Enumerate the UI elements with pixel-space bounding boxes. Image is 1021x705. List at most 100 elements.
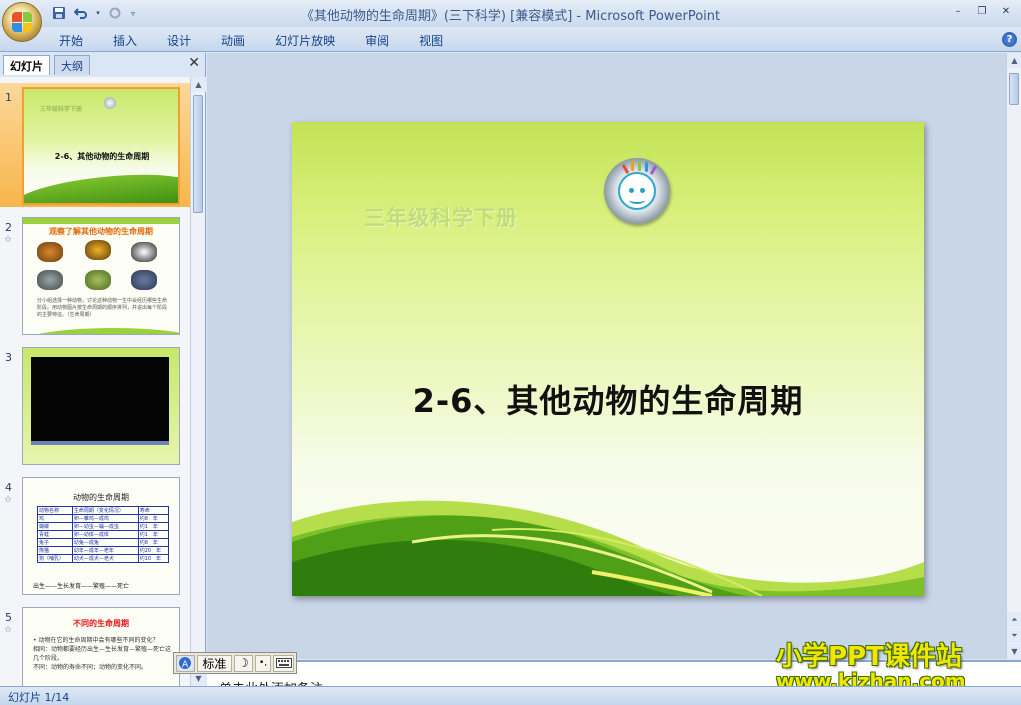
current-slide[interactable]: 三年级科学下册 2-6、其他动物的生命周期 <box>292 122 924 596</box>
video-placeholder <box>31 357 169 443</box>
slides-pane: 幻灯片 大纲 ✕ 1 三年级科学下册 2-6、其他动物的生命周期 2 ☆ 观察了… <box>0 53 206 686</box>
editor-scrollbar[interactable]: ▲ ⏶ ⏷ ▼ <box>1006 53 1021 659</box>
keyboard-icon[interactable] <box>273 654 294 672</box>
table-cell: 幼兔—成兔 <box>71 538 139 547</box>
animal-image <box>85 240 111 260</box>
office-button[interactable] <box>2 2 42 42</box>
animal-image <box>131 242 157 262</box>
status-bar: 幻灯片 1/14 <box>0 686 1021 705</box>
tab-design[interactable]: 设计 <box>152 30 206 51</box>
slide-thumbnail-2[interactable]: 2 ☆ 观察了解其他动物的生命周期 分小组选择一种动物，讨论这种动物一生中会经历… <box>0 213 190 337</box>
thumb-text: • 动物在它的生命周期中会有哪些不同的变化？ 相同：动物都要经历出生—生长发育—… <box>33 636 173 672</box>
table-cell: 卵—幼体—成体 <box>71 530 139 539</box>
restore-button[interactable]: ❐ <box>971 2 993 20</box>
thumbnail-preview <box>22 347 180 465</box>
slide-wave-decoration <box>292 500 924 596</box>
table-cell: 蝴蝶 <box>37 522 73 531</box>
smiley-logo-icon <box>604 158 670 224</box>
thumb-footer: 出生——生长发育——繁殖——死亡 <box>33 583 130 590</box>
slide-subtitle[interactable]: 三年级科学下册 <box>364 202 518 232</box>
table-cell: 约8 年 <box>137 538 170 547</box>
thumbnail-preview: 观察了解其他动物的生命周期 分小组选择一种动物，讨论这种动物一生中会经历哪些生命… <box>22 217 180 335</box>
table-cell: 生命周期（变化情况） <box>71 506 139 515</box>
thumbnail-preview: 不同的生命周期 • 动物在它的生命周期中会有哪些不同的变化？ 相同：动物都要经历… <box>22 607 180 686</box>
animation-star-icon: ☆ <box>4 625 13 635</box>
slide-thumbnail-1[interactable]: 1 三年级科学下册 2-6、其他动物的生命周期 <box>0 83 190 207</box>
animation-star-icon: ☆ <box>4 235 13 245</box>
slide-number: 3 <box>5 351 12 364</box>
next-slide-icon[interactable]: ⏷ <box>1007 628 1021 643</box>
slide-thumbnail-4[interactable]: 4 ☆ 动物的生命周期 动物名称 生命周期（变化情况） 寿命 鸡卵—雏鸡—成鸡 约8 … <box>0 473 190 597</box>
scroll-down-icon[interactable]: ▼ <box>1007 644 1021 659</box>
animation-star-icon: ☆ <box>4 495 13 505</box>
table-cell: 卵—雏鸡—成鸡 <box>71 514 139 523</box>
window-controls: – ❐ ✕ <box>947 2 1017 20</box>
table-cell: 约1 年 <box>137 522 170 531</box>
table-cell: 熊猫 <box>37 546 73 555</box>
thumb-text-line: • 动物在它的生命周期中会有哪些不同的变化？ <box>33 637 159 644</box>
thumb-bar <box>23 218 179 224</box>
help-icon[interactable]: ? <box>1002 32 1017 47</box>
pane-close-icon[interactable]: ✕ <box>188 55 200 71</box>
thumb-wave <box>23 328 179 334</box>
tab-view[interactable]: 视图 <box>404 30 458 51</box>
table-cell: 青蛙 <box>37 530 73 539</box>
slide-thumbnail-3[interactable]: 3 <box>0 343 190 467</box>
table-cell: 约10 年 <box>137 554 170 563</box>
table-cell: 约8 年 <box>137 514 170 523</box>
title-bar: ▾ ▿ 《其他动物的生命周期》(三下科学) [兼容模式] - Microsoft… <box>0 0 1021 42</box>
thumb-wave <box>24 167 178 203</box>
table-cell: 约1 年 <box>137 530 170 539</box>
tab-home[interactable]: 开始 <box>44 30 98 51</box>
thumb-title: 观察了解其他动物的生命周期 <box>49 227 153 236</box>
table-cell: 鸡 <box>37 514 73 523</box>
prev-slide-icon[interactable]: ⏶ <box>1007 612 1021 627</box>
minimize-button[interactable]: – <box>947 2 969 20</box>
punctuation-icon[interactable]: •, <box>254 654 272 672</box>
tab-outline[interactable]: 大纲 <box>54 55 90 75</box>
table-cell: 约20 年 <box>137 546 170 555</box>
slide-thumbnail-5[interactable]: 5 ☆ 不同的生命周期 • 动物在它的生命周期中会有哪些不同的变化？ 相同：动物… <box>0 603 190 686</box>
scroll-up-icon[interactable]: ▲ <box>1007 53 1021 68</box>
table-cell: 狗（哺乳） <box>37 554 73 563</box>
table-cell: 幼犬—成犬—老犬 <box>71 554 139 563</box>
animal-image <box>37 242 63 262</box>
slide-title[interactable]: 2-6、其他动物的生命周期 <box>292 376 924 422</box>
moon-icon[interactable]: ☽ <box>234 654 253 672</box>
office-logo-icon <box>12 12 32 32</box>
ime-mode-button[interactable]: 标准 <box>196 654 232 672</box>
thumbnail-list: 1 三年级科学下册 2-6、其他动物的生命周期 2 ☆ 观察了解其他动物的生命周… <box>0 77 190 686</box>
thumb-subtitle: 三年级科学下册 <box>40 106 83 113</box>
slide-number: 4 <box>5 481 12 494</box>
watermark-title: 小学PPT课件站 <box>776 642 962 672</box>
thumb-title: 动物的生命周期 <box>73 493 129 502</box>
slide-number: 1 <box>5 91 12 104</box>
tab-animations[interactable]: 动画 <box>206 30 260 51</box>
thumbnail-preview: 动物的生命周期 动物名称 生命周期（变化情况） 寿命 鸡卵—雏鸡—成鸡 约8 年 蝴蝶… <box>22 477 180 595</box>
close-button[interactable]: ✕ <box>995 2 1017 20</box>
thumbnail-scrollbar[interactable]: ▲ ▼ <box>190 77 206 686</box>
ime-toolbar: A 标准 ☽ •, <box>173 652 297 674</box>
animal-image <box>131 270 157 290</box>
ime-logo-icon[interactable]: A <box>176 654 195 672</box>
slide-number: 5 <box>5 611 12 624</box>
tab-slides[interactable]: 幻灯片 <box>3 55 50 75</box>
table-cell: 卵—幼虫—蛹—成虫 <box>71 522 139 531</box>
life-cycle-table: 动物名称 生命周期（变化情况） 寿命 鸡卵—雏鸡—成鸡 约8 年 蝴蝶 卵—幼虫—蛹—成… <box>37 506 170 563</box>
thumbnail-preview: 三年级科学下册 2-6、其他动物的生命周期 <box>22 87 180 205</box>
table-cell: 动物名称 <box>37 506 73 515</box>
tab-review[interactable]: 审阅 <box>350 30 404 51</box>
ribbon-tabs: 开始 插入 设计 动画 幻灯片放映 审阅 视图 ? <box>0 27 1021 52</box>
slide-counter: 幻灯片 1/14 <box>8 691 70 704</box>
scroll-thumb[interactable] <box>1009 73 1019 105</box>
animal-image <box>85 270 111 290</box>
smiley-logo-icon <box>104 97 116 109</box>
tab-insert[interactable]: 插入 <box>98 30 152 51</box>
thumb-text-line: 不同：动物的寿命不同；动物的变化不同。 <box>33 664 148 671</box>
thumb-title: 不同的生命周期 <box>73 619 129 628</box>
tab-slideshow[interactable]: 幻灯片放映 <box>260 30 350 51</box>
scroll-up-icon[interactable]: ▲ <box>191 77 206 92</box>
scroll-thumb[interactable] <box>193 95 203 213</box>
thumb-title: 2-6、其他动物的生命周期 <box>54 152 150 161</box>
thumb-text: 分小组选择一种动物，讨论这种动物一生中会经历哪些生命阶段。用动物图片按生命周期的… <box>37 298 168 318</box>
